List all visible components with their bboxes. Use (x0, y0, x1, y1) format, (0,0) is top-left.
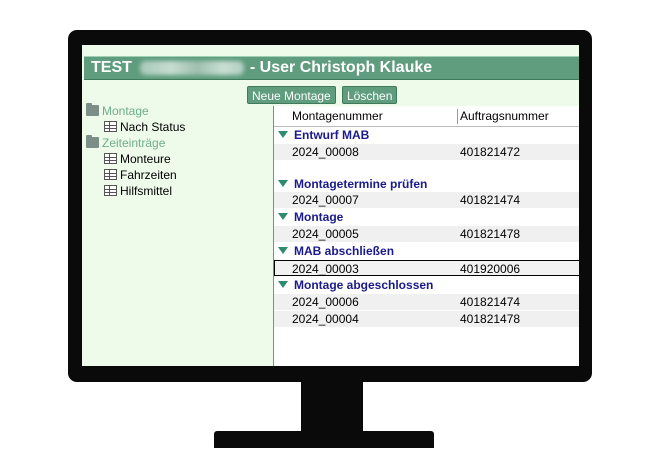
table-icon (104, 153, 117, 164)
expand-triangle-icon[interactable] (278, 131, 288, 138)
expand-triangle-icon[interactable] (278, 180, 288, 187)
cell-auftragsnummer: 401821474 (460, 295, 521, 309)
sidebar-item-label: Fahrzeiten (120, 168, 177, 182)
group-title: Entwurf MAB (294, 128, 370, 142)
sidebar-item-montage[interactable]: Montage (86, 103, 149, 119)
table-icon (104, 121, 117, 132)
sidebar-item-hilfsmittel[interactable]: Hilfsmittel (104, 183, 172, 199)
cell-auftragsnummer: 401821474 (460, 193, 521, 207)
cell-montagenummer: 2024_00003 (292, 262, 359, 276)
folder-icon (86, 103, 99, 116)
table-row-selected[interactable]: 2024_00003 401920006 (274, 260, 579, 276)
app-screen: TEST - User Christoph Klauke Montage Nach… (82, 45, 579, 366)
cell-auftragsnummer: 401821472 (460, 145, 521, 159)
table-row[interactable]: 2024_00008 401821472 (274, 144, 579, 160)
table-row[interactable]: 2024_00004 401821478 (274, 311, 579, 327)
table-row[interactable]: 2024_00005 401821478 (274, 226, 579, 242)
group-header-montage[interactable]: Montage (278, 209, 343, 225)
app-title-bar: TEST - User Christoph Klauke (84, 56, 579, 80)
group-header-mab-abschliessen[interactable]: MAB abschließen (278, 243, 394, 259)
sidebar-tree: Montage Nach Status Zeiteinträge Monteur… (82, 81, 244, 366)
expand-triangle-icon[interactable] (278, 213, 288, 220)
monitor-stand-base (214, 431, 434, 448)
sidebar-item-label: Montage (102, 104, 149, 118)
cell-montagenummer: 2024_00008 (292, 145, 359, 159)
folder-icon (86, 135, 99, 148)
sidebar-item-zeiteintraege[interactable]: Zeiteinträge (86, 135, 165, 151)
cell-montagenummer: 2024_00004 (292, 312, 359, 326)
sidebar-item-label: Monteure (120, 152, 171, 166)
main-panel: Neue Montage Löschen Montagenummer Auftr… (245, 81, 579, 366)
group-title: Montage abgeschlossen (294, 278, 434, 292)
title-user: - User Christoph Klauke (249, 59, 433, 76)
cell-montagenummer: 2024_00005 (292, 227, 359, 241)
redacted-name-blur (139, 61, 244, 75)
table-icon (104, 169, 117, 180)
table-row[interactable]: 2024_00007 401821474 (274, 192, 579, 208)
column-separator[interactable] (457, 109, 458, 124)
column-header-auftragsnummer[interactable]: Auftragsnummer (460, 106, 549, 126)
cell-auftragsnummer: 401920006 (460, 262, 521, 276)
sidebar-item-label: Hilfsmittel (120, 184, 173, 198)
expand-triangle-icon[interactable] (278, 247, 288, 254)
group-title: MAB abschließen (294, 244, 395, 258)
sidebar-item-monteure[interactable]: Monteure (104, 151, 171, 167)
title-prefix: TEST (91, 59, 132, 76)
new-montage-button[interactable]: Neue Montage (247, 86, 336, 104)
expand-triangle-icon[interactable] (278, 281, 288, 288)
delete-button[interactable]: Löschen (342, 86, 398, 104)
cell-montagenummer: 2024_00007 (292, 193, 359, 207)
montage-table: Montagenummer Auftragsnummer Entwurf MAB… (273, 106, 579, 366)
group-title: Montage (294, 210, 344, 224)
group-header-entwurf-mab[interactable]: Entwurf MAB (278, 127, 369, 143)
column-header-montagenummer[interactable]: Montagenummer (292, 106, 383, 126)
cell-montagenummer: 2024_00006 (292, 295, 359, 309)
sidebar-item-label: Zeiteinträge (102, 136, 166, 150)
group-title: Montagetermine prüfen (294, 177, 428, 191)
table-icon (104, 185, 117, 196)
sidebar-item-fahrzeiten[interactable]: Fahrzeiten (104, 167, 177, 183)
cell-auftragsnummer: 401821478 (460, 227, 521, 241)
table-row[interactable]: 2024_00006 401821474 (274, 294, 579, 310)
sidebar-item-label: Nach Status (120, 120, 186, 134)
group-header-montagetermine-pruefen[interactable]: Montagetermine prüfen (278, 176, 427, 192)
group-header-montage-abgeschlossen[interactable]: Montage abgeschlossen (278, 277, 433, 293)
cell-auftragsnummer: 401821478 (460, 312, 521, 326)
monitor-stand-neck (301, 381, 363, 433)
sidebar-item-nach-status[interactable]: Nach Status (104, 119, 185, 135)
